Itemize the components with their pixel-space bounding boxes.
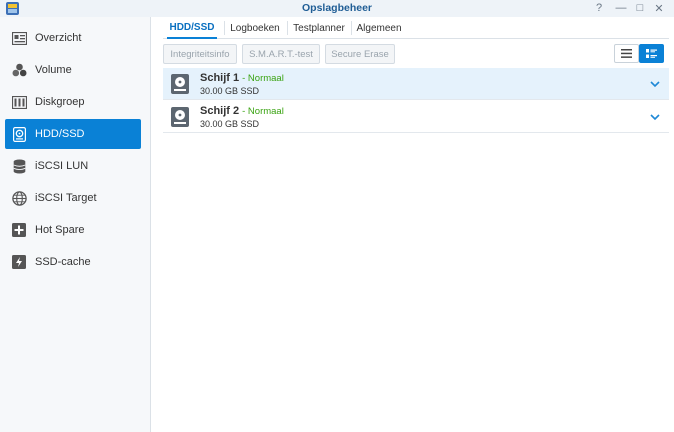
secure-erase-button[interactable]: Secure Erase bbox=[325, 44, 395, 64]
sidebar-item-hdd-ssd[interactable]: HDD/SSD bbox=[5, 119, 141, 149]
tab-divider bbox=[287, 21, 288, 35]
hdd-icon bbox=[11, 126, 27, 142]
sidebar-item-iscsi-lun[interactable]: iSCSI LUN bbox=[5, 151, 141, 181]
close-icon: ✕ bbox=[654, 2, 664, 15]
sidebar-item-hot-spare[interactable]: Hot Spare bbox=[5, 215, 141, 245]
sidebar: Overzicht Volume Diskgroep HDD/SSD iSCSI… bbox=[0, 17, 151, 432]
integrity-info-button[interactable]: Integriteitsinfo bbox=[163, 44, 237, 64]
tab-hdd-ssd[interactable]: HDD/SSD bbox=[167, 17, 217, 39]
disk-row[interactable]: Schijf 1- Normaal 30.00 GB SSD bbox=[163, 68, 669, 100]
minimize-button[interactable]: — bbox=[614, 1, 628, 15]
ssd-cache-icon bbox=[11, 254, 27, 270]
minimize-icon: — bbox=[615, 2, 627, 14]
tab-test-scheduler[interactable]: Testplanner bbox=[290, 17, 348, 39]
disk-icon bbox=[171, 74, 189, 94]
sidebar-item-label: iSCSI Target bbox=[35, 192, 97, 204]
sidebar-item-diskgroup[interactable]: Diskgroep bbox=[5, 87, 141, 117]
storage-manager-window: Opslagbeheer ? — □ ✕ Overzicht Volume Di… bbox=[0, 0, 674, 432]
chevron-down-icon[interactable] bbox=[649, 78, 661, 90]
disk-size: 30.00 GB SSD bbox=[200, 119, 260, 129]
tab-logs[interactable]: Logboeken bbox=[227, 17, 283, 39]
sidebar-item-overview[interactable]: Overzicht bbox=[5, 23, 141, 53]
title-bar: Opslagbeheer ? — □ ✕ bbox=[0, 0, 674, 17]
disk-name-line: Schijf 1- Normaal bbox=[200, 72, 284, 84]
sidebar-item-label: SSD-cache bbox=[35, 256, 91, 268]
disk-size: 30.00 GB SSD bbox=[200, 86, 260, 96]
sidebar-item-label: Overzicht bbox=[35, 32, 82, 44]
detail-view-icon bbox=[646, 49, 657, 58]
disk-row[interactable]: Schijf 2- Normaal 30.00 GB SSD bbox=[163, 101, 669, 133]
disk-status: - Normaal bbox=[242, 73, 284, 84]
overview-icon bbox=[11, 30, 27, 46]
chevron-down-icon[interactable] bbox=[649, 111, 661, 123]
disk-name: Schijf 1 bbox=[200, 72, 240, 84]
detail-view-button[interactable] bbox=[639, 44, 664, 63]
help-button[interactable]: ? bbox=[592, 1, 606, 15]
sidebar-item-label: iSCSI LUN bbox=[35, 160, 89, 172]
sidebar-item-volume[interactable]: Volume bbox=[5, 55, 141, 85]
sidebar-item-label: Diskgroep bbox=[35, 96, 85, 108]
tab-divider bbox=[351, 21, 352, 35]
disk-status: - Normaal bbox=[242, 106, 284, 117]
smart-test-button[interactable]: S.M.A.R.T.-test bbox=[242, 44, 320, 64]
disk-name: Schijf 2 bbox=[200, 105, 240, 117]
volume-icon bbox=[11, 62, 27, 78]
hot-spare-icon bbox=[11, 222, 27, 238]
sidebar-item-label: Hot Spare bbox=[35, 224, 85, 236]
globe-icon bbox=[11, 190, 27, 206]
list-view-icon bbox=[621, 49, 632, 58]
disk-icon bbox=[171, 107, 189, 127]
window-title: Opslagbeheer bbox=[301, 2, 373, 14]
tab-bar: HDD/SSD Logboeken Testplanner Algemeen bbox=[163, 17, 669, 39]
maximize-icon: □ bbox=[636, 2, 644, 14]
sidebar-item-label: Volume bbox=[35, 64, 72, 76]
tab-general[interactable]: Algemeen bbox=[354, 17, 404, 39]
sidebar-item-ssd-cache[interactable]: SSD-cache bbox=[5, 247, 141, 277]
sidebar-item-iscsi-target[interactable]: iSCSI Target bbox=[5, 183, 141, 213]
database-icon bbox=[11, 158, 27, 174]
diskgroup-icon bbox=[11, 94, 27, 110]
sidebar-item-label: HDD/SSD bbox=[35, 128, 85, 140]
close-button[interactable]: ✕ bbox=[652, 1, 666, 15]
maximize-button[interactable]: □ bbox=[633, 1, 647, 15]
help-icon: ? bbox=[595, 2, 603, 14]
tab-divider bbox=[224, 21, 225, 35]
disk-name-line: Schijf 2- Normaal bbox=[200, 105, 284, 117]
list-view-button[interactable] bbox=[614, 44, 639, 63]
